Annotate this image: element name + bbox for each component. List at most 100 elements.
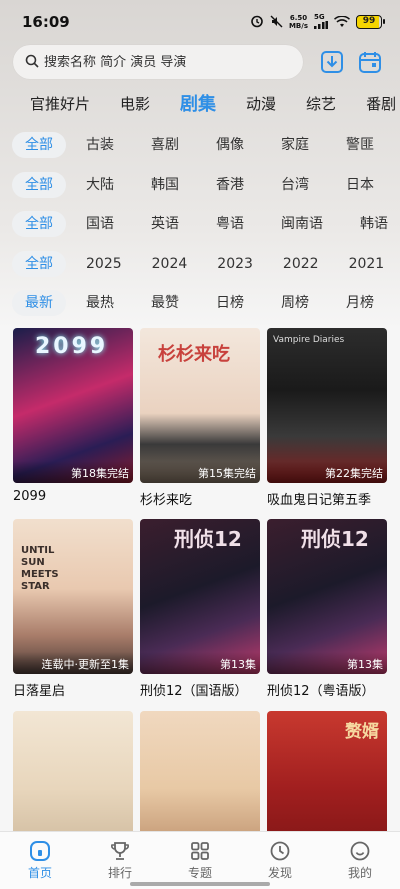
grid-icon xyxy=(191,842,209,860)
filter-chip[interactable]: 日榜 xyxy=(208,290,252,316)
filter-chip[interactable]: 国语 xyxy=(78,211,122,237)
poster-image: 杉杉来吃 第15集完结 xyxy=(140,328,260,483)
filter-chip[interactable]: 最新 xyxy=(12,290,66,316)
filter-chip[interactable]: 台湾 xyxy=(273,172,317,198)
nav-label: 排行 xyxy=(107,866,132,880)
nav-home[interactable]: 首页 xyxy=(0,832,80,889)
calendar-button[interactable] xyxy=(357,49,383,75)
net-speed-unit: MB/s xyxy=(288,22,308,30)
card-title: 吸血鬼日记第五季 xyxy=(267,493,372,508)
filter-chip[interactable]: 2024 xyxy=(144,251,196,277)
tab-anime[interactable]: 动漫 xyxy=(246,93,276,114)
filter-chip[interactable]: 最热 xyxy=(78,290,122,316)
card-title: 刑侦12（粤语版） xyxy=(267,684,375,699)
filter-chip[interactable]: 全部 xyxy=(12,172,66,198)
poster-image: 刑侦12 第13集 xyxy=(140,519,260,674)
poster-title-text: 刑侦12 xyxy=(301,527,369,551)
filter-chip[interactable]: 韩国 xyxy=(143,172,187,198)
search-icon xyxy=(25,53,39,72)
download-button[interactable] xyxy=(319,49,345,75)
discover-icon xyxy=(270,841,290,861)
filter-chip[interactable]: 粤语 xyxy=(208,211,252,237)
series-card[interactable]: UNTIL SUN MEETS STAR 连载中·更新至1集 日落星启 xyxy=(13,519,133,699)
nav-ranking[interactable]: 排行 xyxy=(80,832,160,889)
tab-variety[interactable]: 综艺 xyxy=(306,93,336,114)
net-speed: 6.50 MB/s xyxy=(289,14,308,30)
card-title: 刑侦12（国语版） xyxy=(140,684,248,699)
trophy-icon xyxy=(111,842,129,860)
card-title: 2099 xyxy=(13,489,47,504)
filter-chip[interactable]: 周榜 xyxy=(273,290,317,316)
poster-title-text: 赘婿 xyxy=(345,722,379,742)
home-indicator xyxy=(130,882,270,886)
filter-chip[interactable]: 香港 xyxy=(208,172,252,198)
filter-chip[interactable]: 大陆 xyxy=(78,172,122,198)
mute-icon xyxy=(270,13,283,32)
signal-label: 5G xyxy=(314,12,325,21)
filter-chip[interactable]: 2022 xyxy=(275,251,327,277)
nav-profile[interactable]: 我的 xyxy=(320,832,400,889)
calendar-icon xyxy=(359,52,381,73)
filter-chip[interactable]: 全部 xyxy=(12,211,66,237)
series-card[interactable]: Vampire Diaries 第22集完结 吸血鬼日记第五季 xyxy=(267,328,387,508)
smile-icon xyxy=(350,841,370,861)
filter-chip[interactable]: 2021 xyxy=(341,251,393,277)
nav-label: 发现 xyxy=(267,866,292,880)
filter-chip[interactable]: 古装 xyxy=(78,132,122,158)
filter-language: 全部 国语 英语 粤语 闽南语 韩语 日语 xyxy=(0,210,400,238)
tab-bangumi[interactable]: 番剧 xyxy=(366,93,396,114)
filter-chip[interactable]: 2025 xyxy=(78,251,130,277)
tab-movies[interactable]: 电影 xyxy=(120,93,150,114)
episode-badge: 第22集完结 xyxy=(267,461,387,483)
episode-badge: 第15集完结 xyxy=(140,461,260,483)
tab-series[interactable]: 剧集 xyxy=(180,90,216,116)
bottom-nav: 首页 排行 专题 发现 我的 xyxy=(0,831,400,889)
search-box[interactable] xyxy=(13,45,303,79)
tab-recommended[interactable]: 官推好片 xyxy=(30,93,90,114)
filter-chip[interactable]: 韩语 xyxy=(352,211,396,237)
filter-chip[interactable]: 全部 xyxy=(12,251,66,277)
filter-chip[interactable]: 2023 xyxy=(209,251,261,277)
episode-badge: 第13集 xyxy=(267,652,387,674)
series-card[interactable]: 刑侦12 第13集 刑侦12（国语版） xyxy=(140,519,260,699)
category-tabs: 官推好片 电影 剧集 动漫 综艺 番剧 xyxy=(0,88,400,118)
nav-label: 我的 xyxy=(347,866,372,880)
filter-chip[interactable]: 英语 xyxy=(143,211,187,237)
poster-title-text: 杉杉来吃 xyxy=(158,344,230,365)
filter-chip[interactable]: 闽南语 xyxy=(273,211,331,237)
poster-image: 2099 第18集完结 xyxy=(13,328,133,483)
home-icon xyxy=(30,841,50,861)
net-speed-value: 6.50 xyxy=(289,14,308,22)
filter-chip[interactable]: 月榜 xyxy=(338,290,382,316)
poster-image: UNTIL SUN MEETS STAR 连载中·更新至1集 xyxy=(13,519,133,674)
filter-chip[interactable]: 家庭 xyxy=(273,132,317,158)
filter-chip[interactable]: 警匪 xyxy=(338,132,382,158)
poster-title-text: 2099 xyxy=(35,334,109,359)
filter-chip[interactable]: 偶像 xyxy=(208,132,252,158)
alarm-icon xyxy=(250,13,264,32)
status-time: 16:09 xyxy=(22,13,70,31)
episode-badge: 第13集 xyxy=(140,652,260,674)
filter-sort: 最新 最热 最赞 日榜 周榜 月榜 xyxy=(0,289,400,317)
filter-chip[interactable]: 喜剧 xyxy=(143,132,187,158)
search-row xyxy=(13,45,388,79)
nav-label: 专题 xyxy=(187,866,212,880)
status-icons: 6.50 MB/s 5G 99 xyxy=(250,12,385,32)
nav-topics[interactable]: 专题 xyxy=(160,832,240,889)
status-bar: 16:09 6.50 MB/s 5G 99 xyxy=(0,0,400,44)
filter-year: 全部 2025 2024 2023 2022 2021 2020 xyxy=(0,250,400,278)
nav-discover[interactable]: 发现 xyxy=(240,832,320,889)
nav-label: 首页 xyxy=(27,866,52,880)
series-card[interactable]: 刑侦12 第13集 刑侦12（粤语版） xyxy=(267,519,387,699)
poster-image: 刑侦12 第13集 xyxy=(267,519,387,674)
filter-chip[interactable]: 最赞 xyxy=(143,290,187,316)
series-card[interactable]: 2099 第18集完结 2099 xyxy=(13,328,133,504)
filter-chip[interactable]: 全部 xyxy=(12,132,66,158)
search-input[interactable] xyxy=(44,54,294,70)
filter-chip[interactable]: 日本 xyxy=(338,172,382,198)
download-icon xyxy=(321,51,343,73)
card-title: 日落星启 xyxy=(13,684,66,699)
filter-region: 全部 大陆 韩国 香港 台湾 日本 美国 泰 xyxy=(0,171,400,199)
filter-genre: 全部 古装 喜剧 偶像 家庭 警匪 言情 军 xyxy=(0,131,400,159)
series-card[interactable]: 杉杉来吃 第15集完结 杉杉来吃 xyxy=(140,328,260,508)
